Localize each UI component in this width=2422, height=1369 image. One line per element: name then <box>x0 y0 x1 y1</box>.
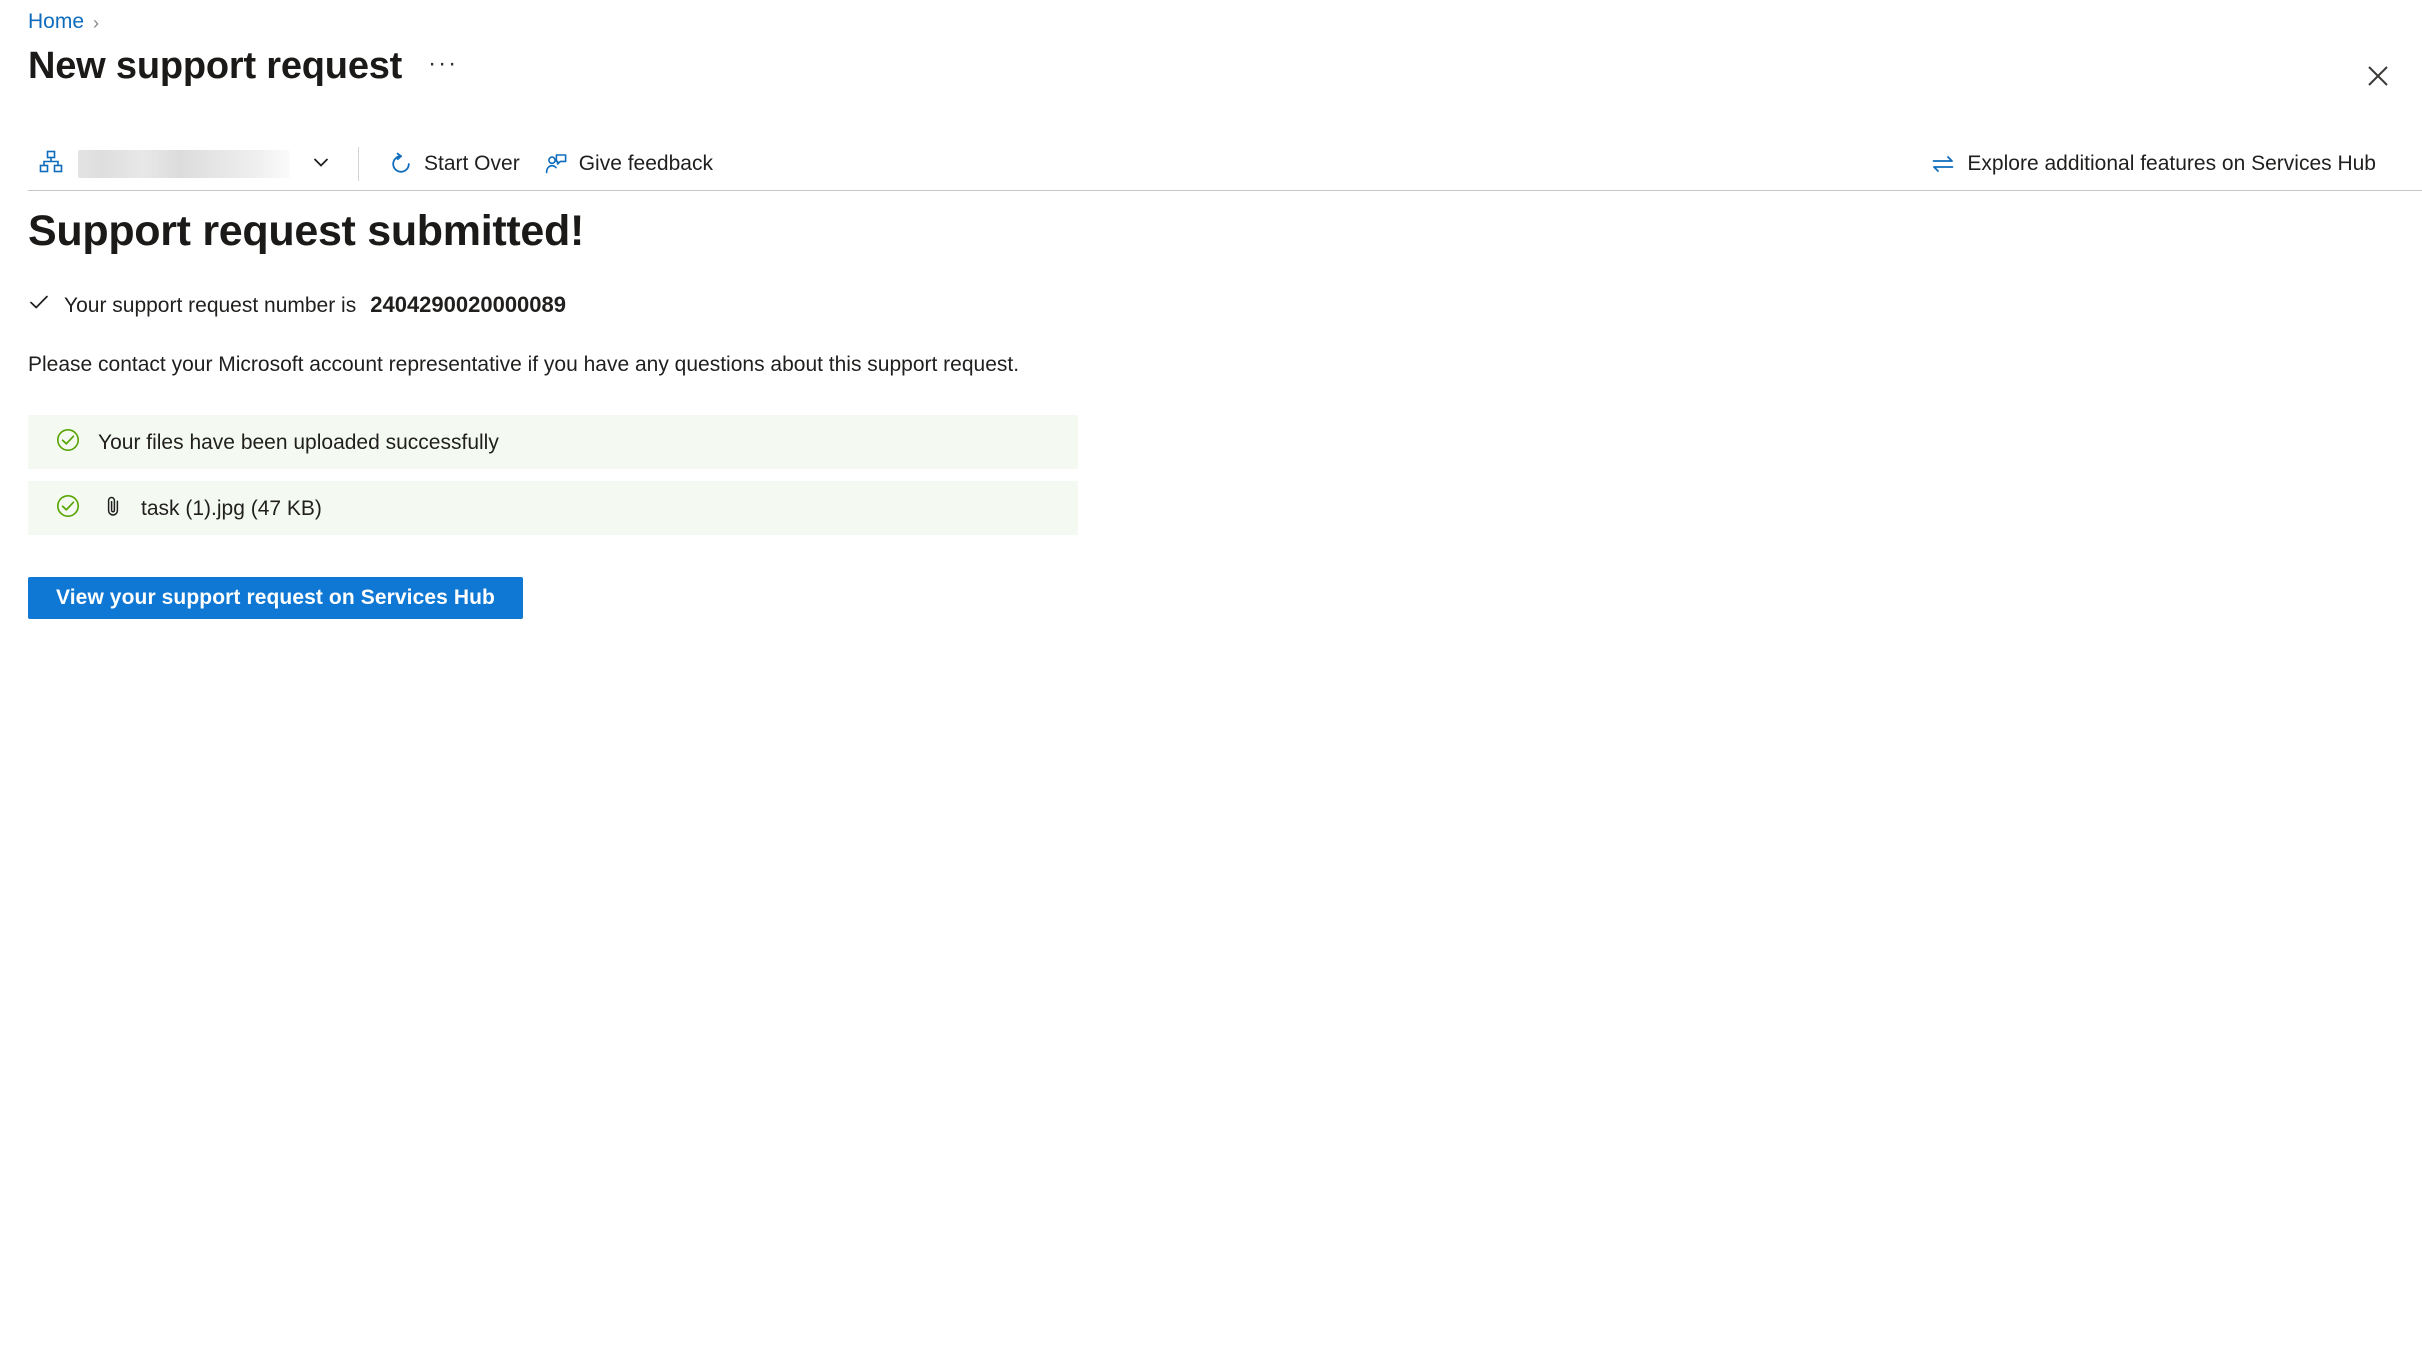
command-bar-divider <box>358 147 359 181</box>
command-bar: Start Over Give feedback Explore additio… <box>0 138 2422 190</box>
org-hierarchy-icon <box>38 149 64 180</box>
page-title: New support request <box>28 45 403 88</box>
scope-picker[interactable] <box>38 149 338 180</box>
paperclip-icon <box>102 493 124 524</box>
support-request-page: Home › New support request ··· Start Ove… <box>0 0 2422 1369</box>
request-number-row: Your support request number is 240429002… <box>28 291 2328 320</box>
command-bar-left-group: Start Over Give feedback <box>0 144 725 183</box>
swap-arrows-icon <box>1930 151 1956 177</box>
restart-circular-arrow-icon <box>389 152 413 176</box>
breadcrumb-item-home[interactable]: Home <box>28 11 84 32</box>
breadcrumb: Home › <box>28 11 99 32</box>
circle-check-icon <box>55 427 81 458</box>
start-over-label: Start Over <box>424 152 520 176</box>
upload-status-message: Your files have been uploaded successful… <box>28 415 1078 470</box>
close-icon <box>2367 65 2389 87</box>
give-feedback-label: Give feedback <box>578 152 713 176</box>
view-on-services-hub-button[interactable]: View your support request on Services Hu… <box>28 577 523 620</box>
breadcrumb-chevron-icon: › <box>93 12 100 33</box>
success-heading: Support request submitted! <box>28 207 584 255</box>
checkmark-icon <box>28 291 50 320</box>
upload-status-list: Your files have been uploaded successful… <box>28 415 2328 536</box>
circle-check-icon <box>55 493 81 524</box>
give-feedback-button[interactable]: Give feedback <box>532 144 725 183</box>
explore-services-hub-button[interactable]: Explore additional features on Services … <box>1918 144 2388 184</box>
contact-note: Please contact your Microsoft account re… <box>28 353 1020 377</box>
uploaded-file-row: task (1).jpg (47 KB) <box>28 481 1078 536</box>
more-options-button[interactable]: ··· <box>424 46 462 88</box>
close-button[interactable] <box>2356 54 2400 98</box>
scope-value-redacted[interactable] <box>78 150 290 178</box>
request-number-prefix: Your support request number is <box>64 293 357 317</box>
command-bar-underline <box>28 190 2422 191</box>
title-row: New support request ··· <box>28 45 462 88</box>
person-feedback-icon <box>544 152 568 176</box>
explore-services-hub-label: Explore additional features on Services … <box>1967 152 2376 176</box>
command-bar-right-group: Explore additional features on Services … <box>1918 144 2388 184</box>
request-number-value: 2404290020000089 <box>370 292 566 318</box>
upload-status-text: Your files have been uploaded successful… <box>98 430 499 454</box>
start-over-button[interactable]: Start Over <box>377 144 532 183</box>
uploaded-file-name: task (1).jpg (47 KB) <box>141 496 322 520</box>
main-content: Support request submitted! Your support … <box>28 206 2328 620</box>
chevron-down-icon <box>310 151 332 178</box>
